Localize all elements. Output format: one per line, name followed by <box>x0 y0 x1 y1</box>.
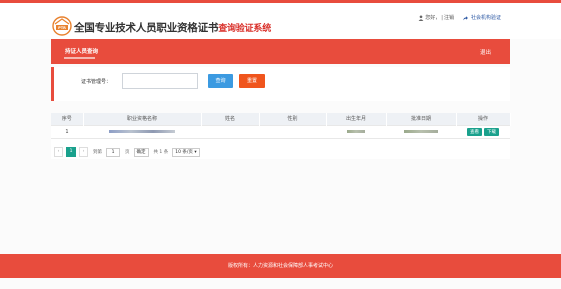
separator: | <box>441 14 443 21</box>
download-button[interactable]: 下载 <box>484 127 499 136</box>
gender-cell <box>259 124 326 139</box>
share-arrow-icon <box>463 15 468 20</box>
total-count: 共 1 条 <box>153 150 169 155</box>
birth-date-cell <box>326 124 386 139</box>
page-size-value: 10 条/页 <box>175 149 193 155</box>
site-title: 全国专业技术人员职业资格证书查询验证系统 <box>74 20 271 35</box>
redacted-text <box>404 129 438 133</box>
page-size-select[interactable]: 10 条/页 ▾ <box>172 147 200 157</box>
nav-logout-button[interactable]: 退出 <box>480 48 491 56</box>
tab-holder-query[interactable]: 持证人员查询 <box>65 47 98 55</box>
row-index: 1 <box>51 124 83 139</box>
nav-bar: 持证人员查询 退出 <box>51 39 510 64</box>
qualification-name-cell <box>83 124 201 139</box>
ptr-logo-icon: PTR <box>52 16 72 36</box>
column-header: 职业资格名称 <box>83 113 202 125</box>
next-page-button[interactable]: › <box>79 147 88 157</box>
header: PTR 全国专业技术人员职业资格证书查询验证系统 您好， | 注销 社会机构验证 <box>0 3 561 39</box>
goto-label: 到第 <box>93 150 102 155</box>
table-header-row: 序号 职业资格名称 姓名 性别 出生年月 批准日期 操作 <box>51 113 511 125</box>
column-header: 性别 <box>259 113 327 125</box>
redacted-text <box>347 129 365 133</box>
column-header: 序号 <box>51 113 84 125</box>
current-page[interactable]: 1 <box>66 147 76 157</box>
greeting-text: 您好， <box>425 15 441 21</box>
query-button[interactable]: 查询 <box>208 74 233 88</box>
copyright-text: 版权所有：人力资源和社会保障部人事考试中心 <box>227 263 333 269</box>
certificate-number-input[interactable] <box>122 73 198 89</box>
search-panel: 证书管理号： 查询 重置 <box>51 67 510 101</box>
site-title-sub: 查询验证系统 <box>218 24 272 34</box>
footer: 版权所有：人力资源和社会保障部人事考试中心 <box>0 254 561 278</box>
logout-link[interactable]: 注销 <box>444 14 454 21</box>
user-bar: 您好， | 注销 社会机构验证 <box>418 14 501 21</box>
approval-date-cell <box>386 124 456 139</box>
logo-text: PTR <box>58 26 66 30</box>
certificate-number-label: 证书管理号： <box>81 79 112 85</box>
tab-underline <box>64 57 95 59</box>
table-row: 1 查看 下载 <box>51 124 510 139</box>
view-button[interactable]: 查看 <box>467 127 482 136</box>
site-title-main: 全国专业技术人员职业资格证书 <box>74 22 219 34</box>
user-icon <box>418 14 424 21</box>
prev-page-button[interactable]: ‹ <box>54 147 63 157</box>
org-verify-link[interactable]: 社会机构验证 <box>471 14 501 21</box>
column-header: 出生年月 <box>326 113 387 125</box>
page-number-input[interactable]: 1 <box>106 147 120 157</box>
name-cell <box>201 124 259 139</box>
chevron-down-icon: ▾ <box>194 149 197 155</box>
reset-button[interactable]: 重置 <box>239 74 265 88</box>
goto-confirm-button[interactable]: 确定 <box>133 147 149 157</box>
column-header: 批准日期 <box>386 113 457 125</box>
redacted-text <box>109 129 175 133</box>
actions-cell: 查看 下载 <box>456 124 510 139</box>
column-header: 操作 <box>456 113 511 125</box>
page-unit-label: 页 <box>125 150 130 155</box>
pagination: ‹ 1 › 到第 1 页 确定 共 1 条 10 条/页 ▾ <box>51 146 200 158</box>
column-header: 姓名 <box>201 113 260 125</box>
